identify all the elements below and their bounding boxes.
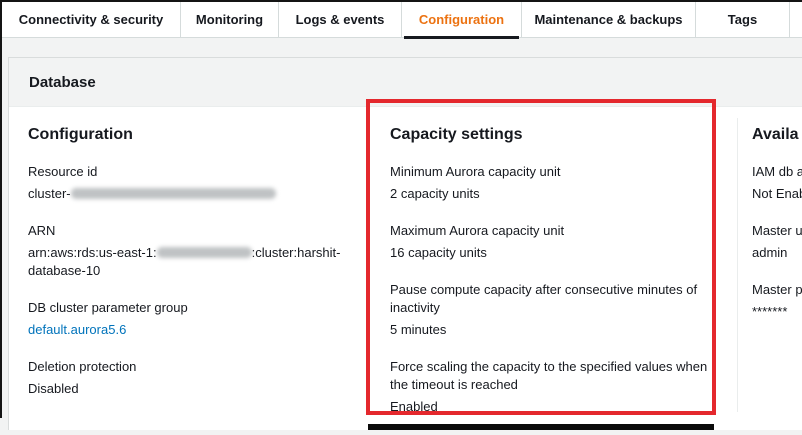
column-divider	[737, 118, 738, 412]
field-label: Master p	[752, 281, 802, 299]
bottom-black-bar	[368, 424, 714, 430]
field-min-capacity: Minimum Aurora capacity unit 2 capacity …	[390, 163, 712, 203]
configuration-column: Configuration Resource id cluster- ARN a…	[28, 107, 360, 417]
field-value: Not Enab	[752, 185, 802, 203]
redacted-value-blur	[157, 247, 252, 258]
tab-logs-events[interactable]: Logs & events	[279, 2, 402, 37]
field-db-cluster-parameter-group: DB cluster parameter group default.auror…	[28, 299, 360, 339]
field-value: Enabled	[390, 398, 712, 416]
field-label: Maximum Aurora capacity unit	[390, 222, 712, 240]
field-value: 16 capacity units	[390, 244, 712, 262]
tab-maintenance-backups[interactable]: Maintenance & backups	[522, 2, 696, 37]
capacity-settings-heading: Capacity settings	[390, 125, 712, 145]
field-pause-compute: Pause compute capacity after consecutive…	[390, 281, 712, 339]
field-deletion-protection: Deletion protection Disabled	[28, 358, 360, 398]
field-label: Resource id	[28, 163, 360, 181]
availability-heading: Availa	[752, 125, 802, 145]
field-label: Force scaling the capacity to the specif…	[390, 358, 712, 394]
field-max-capacity: Maximum Aurora capacity unit 16 capacity…	[390, 222, 712, 262]
field-value: 2 capacity units	[390, 185, 712, 203]
panel-title: Database	[29, 74, 96, 91]
availability-column: Availa IAM db a Not Enab Master u admin …	[752, 107, 802, 340]
field-value: admin	[752, 244, 802, 262]
tab-monitoring[interactable]: Monitoring	[181, 2, 279, 37]
detail-tabs: Connectivity & security Monitoring Logs …	[2, 2, 802, 38]
field-value: arn:aws:rds:us-east-1::cluster:harshit-d…	[28, 244, 360, 280]
field-label: ARN	[28, 222, 360, 240]
field-force-scaling: Force scaling the capacity to the specif…	[390, 358, 712, 416]
field-value: Disabled	[28, 380, 360, 398]
field-label: IAM db a	[752, 163, 802, 181]
redacted-value-blur	[71, 188, 276, 199]
field-label: DB cluster parameter group	[28, 299, 360, 317]
screenshot-border-left	[0, 0, 2, 418]
value-text: cluster-	[28, 186, 71, 201]
tab-tags[interactable]: Tags	[696, 2, 790, 37]
tab-configuration[interactable]: Configuration	[402, 2, 522, 37]
field-label: Master u	[752, 222, 802, 240]
value-text: arn:aws:rds:us-east-1:	[28, 245, 157, 260]
field-iam-db-auth: IAM db a Not Enab	[752, 163, 802, 203]
field-resource-id: Resource id cluster-	[28, 163, 360, 203]
capacity-settings-column: Capacity settings Minimum Aurora capacit…	[390, 107, 712, 435]
field-value: 5 minutes	[390, 321, 712, 339]
field-master-username: Master u admin	[752, 222, 802, 262]
configuration-heading: Configuration	[28, 125, 360, 145]
database-panel-header: Database	[9, 58, 802, 107]
field-label: Minimum Aurora capacity unit	[390, 163, 712, 181]
field-master-password: Master p *******	[752, 281, 802, 321]
field-value: default.aurora5.6	[28, 321, 360, 339]
field-label: Pause compute capacity after consecutive…	[390, 281, 712, 317]
tab-connectivity-security[interactable]: Connectivity & security	[2, 2, 181, 37]
field-value: cluster-	[28, 185, 360, 203]
field-arn: ARN arn:aws:rds:us-east-1::cluster:harsh…	[28, 222, 360, 280]
field-label: Deletion protection	[28, 358, 360, 376]
parameter-group-link[interactable]: default.aurora5.6	[28, 322, 126, 337]
field-value: *******	[752, 303, 802, 321]
